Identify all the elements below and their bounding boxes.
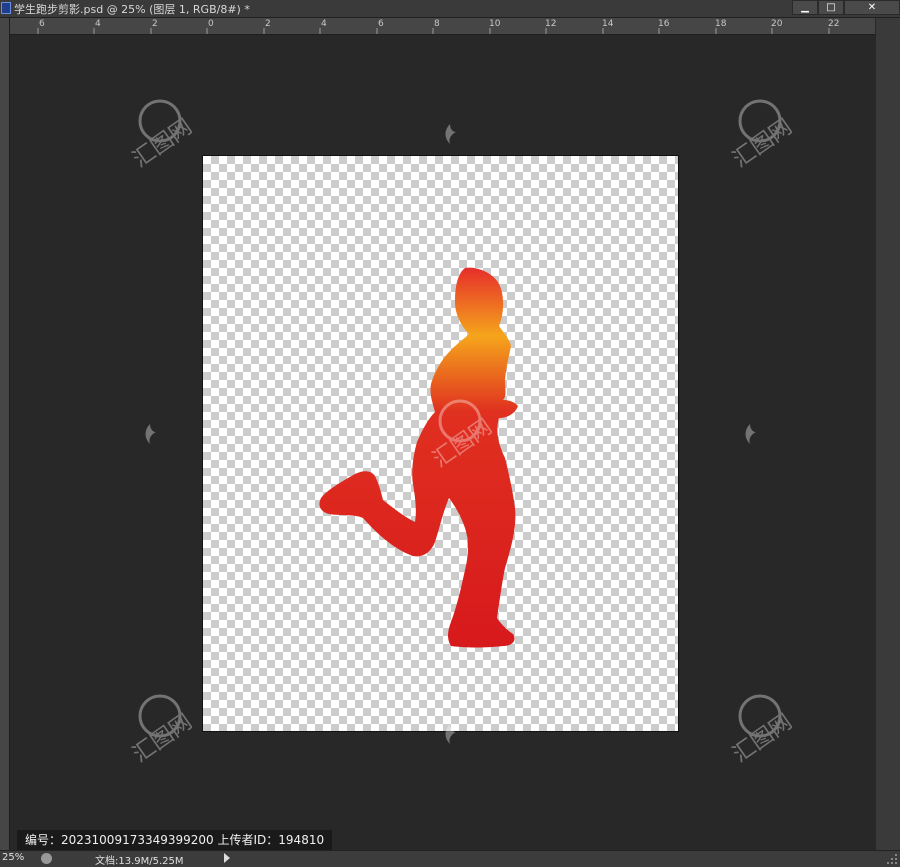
ruler-label: 18 bbox=[715, 19, 727, 29]
scrollbar-strip[interactable] bbox=[876, 18, 900, 850]
ruler-label: 20 bbox=[771, 19, 783, 29]
resize-grip-icon[interactable] bbox=[886, 853, 898, 865]
ruler-label: 10 bbox=[489, 19, 501, 29]
close-button[interactable]: ✕ bbox=[844, 0, 900, 15]
huitu-watermark-logo: 汇图网 bbox=[428, 399, 497, 473]
ruler-label: 2 bbox=[265, 19, 271, 29]
ruler-label: 4 bbox=[95, 19, 101, 29]
huitu-watermark-logo: 汇图网 bbox=[728, 694, 797, 768]
maximize-button[interactable]: □ bbox=[818, 0, 844, 15]
app-icon bbox=[1, 2, 11, 14]
ruler-label: 2 bbox=[152, 19, 158, 29]
huitu-watermark-logo: 汇图网 bbox=[728, 99, 797, 173]
ruler-label: 6 bbox=[39, 19, 45, 29]
ruler-label: 8 bbox=[434, 19, 440, 29]
huitu-watermark-logo: 汇图网 bbox=[128, 694, 197, 768]
status-info-icon[interactable] bbox=[41, 853, 52, 864]
status-menu-arrow-icon[interactable] bbox=[224, 853, 230, 863]
horizontal-ruler[interactable]: 6 4 2 0 2 4 6 8 10 12 14 16 18 20 22 bbox=[9, 18, 875, 35]
ruler-ticks bbox=[37, 28, 830, 34]
huitu-flame-icon bbox=[445, 124, 456, 144]
ruler-label: 14 bbox=[602, 19, 614, 29]
huitu-flame-icon bbox=[445, 724, 456, 744]
status-bar: 25% 文档:13.9M/5.25M bbox=[0, 850, 900, 867]
document-title: 学生跑步剪影.psd @ 25% (图层 1, RGB/8#) * bbox=[14, 3, 250, 16]
ruler-label: 16 bbox=[658, 19, 670, 29]
ruler-label: 22 bbox=[828, 19, 840, 29]
huitu-flame-icon bbox=[145, 424, 156, 444]
huitu-flame-icon bbox=[745, 424, 756, 444]
ruler-label: 0 bbox=[208, 19, 214, 29]
minimize-button[interactable]: ▁ bbox=[792, 0, 818, 15]
zoom-level[interactable]: 25% bbox=[2, 852, 24, 863]
ruler-label: 12 bbox=[545, 19, 557, 29]
ruler-label: 4 bbox=[321, 19, 327, 29]
image-info-label: 编号：20231009173349399200 上传者ID：194810 bbox=[17, 830, 333, 850]
huitu-watermark-logo: 汇图网 bbox=[128, 99, 197, 173]
title-bar: 学生跑步剪影.psd @ 25% (图层 1, RGB/8#) * ▁ □ ✕ bbox=[0, 0, 900, 18]
document-size: 文档:13.9M/5.25M bbox=[95, 856, 184, 867]
vertical-ruler[interactable] bbox=[0, 18, 10, 850]
ruler-label: 6 bbox=[378, 19, 384, 29]
